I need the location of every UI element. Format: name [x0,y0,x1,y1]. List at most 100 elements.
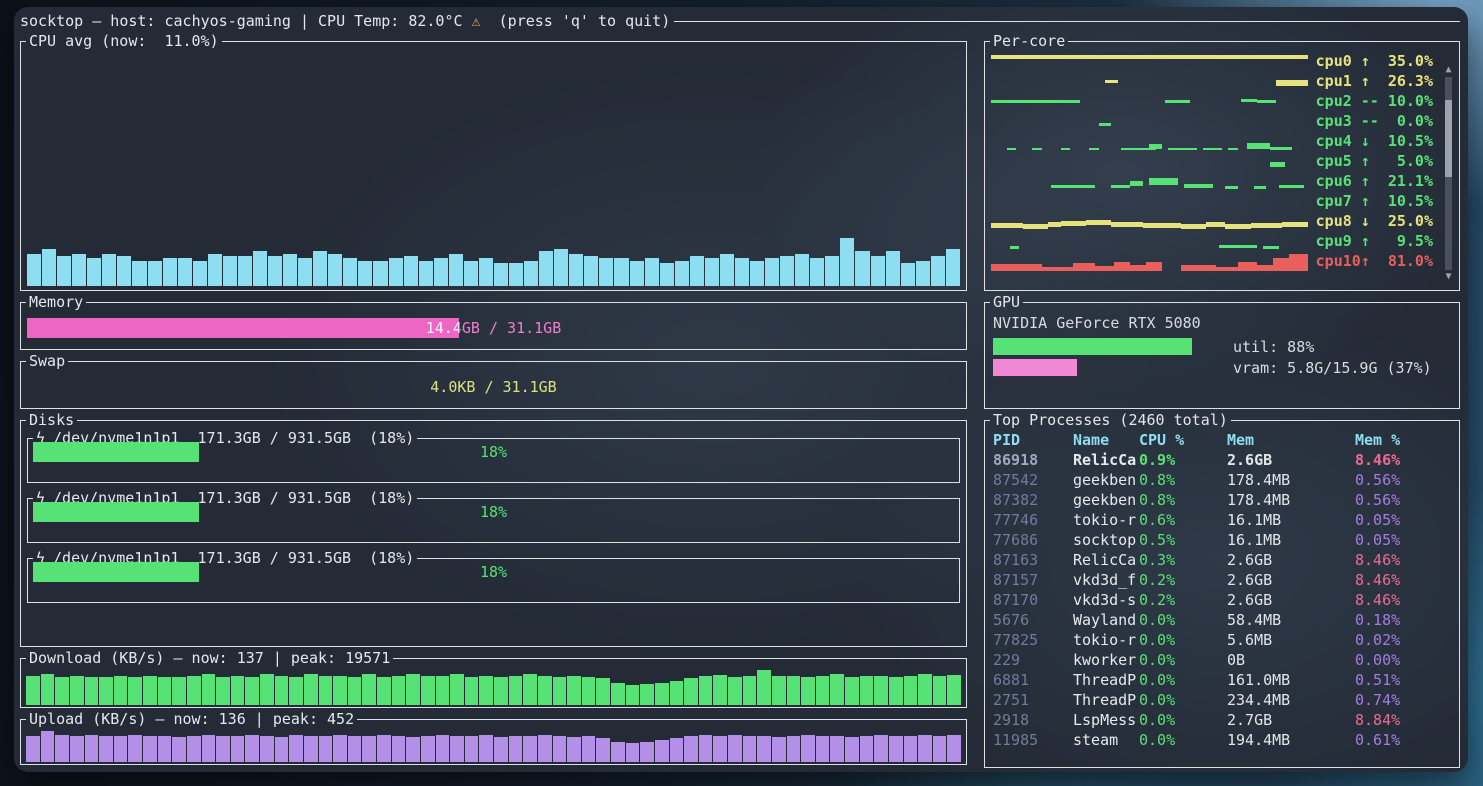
border-segment [1231,420,1459,421]
scroll-up-icon[interactable]: ▲ [1445,65,1451,75]
process-row[interactable]: 5676Wayland0.0%58.4MB0.18% [985,610,1459,630]
chart-bar [464,261,478,286]
cell-cpu: 0.8% [1139,490,1227,510]
cell-memp: 0.56% [1355,490,1451,510]
core-row[interactable]: cpu4↓10.5% [991,131,1433,151]
cell-mem: 58.4MB [1227,610,1355,630]
cell-pid: 87170 [993,590,1073,610]
chart-bar [596,678,610,705]
cell-name: socktop [1073,530,1139,550]
core-value: 10.5% [1379,192,1433,210]
chart-bar [599,258,613,286]
chart-bar [260,674,274,705]
process-row[interactable]: 2918LspMess0.0%2.7GB8.84% [985,710,1459,730]
core-spark [991,71,1308,91]
core-row[interactable]: cpu3--0.0% [991,111,1433,131]
cell-cpu: 0.0% [1139,650,1227,670]
chart-bar [946,249,960,286]
chart-bar [70,676,84,705]
process-row[interactable]: 77746tokio-r0.6%16.1MB0.05% [985,510,1459,530]
core-row[interactable]: cpu0↑35.0% [991,51,1433,71]
disk-item: ϟ/dev/nvme1n1p1 171.3GB / 931.5GB (18%)1… [27,498,960,543]
cell-pid: 2751 [993,690,1073,710]
process-row[interactable]: 11985steam0.0%194.4MB0.61% [985,730,1459,750]
disk-list: ϟ/dev/nvme1n1p1 171.3GB / 931.5GB (18%)1… [21,420,966,603]
gauge-label-overlay: 14.4GB / 31.1GB [27,318,459,338]
core-spark [991,91,1308,111]
per-core-scrollbar[interactable]: ▲ ▼ [1443,65,1454,282]
gauge-label: 18% [33,442,954,462]
chart-bar [450,674,464,705]
chart-bar [494,737,508,762]
chart-bar [304,736,318,762]
memory-title: Memory [26,292,86,312]
spark-segment [1007,148,1016,150]
core-row[interactable]: cpu10↑81.0% [991,251,1433,271]
chart-bar [553,677,567,705]
cell-cpu: 0.9% [1139,450,1227,470]
core-row[interactable]: cpu7↑10.5% [991,191,1433,211]
core-label: cpu10↑81.0% [1316,252,1433,270]
panel-gpu: GPU NVIDIA GeForce RTX 5080 util: 88% vr… [984,302,1460,409]
core-value: 0.0% [1379,112,1433,130]
process-row[interactable]: 2751ThreadP0.0%234.4MB0.74% [985,690,1459,710]
chart-bar [494,263,508,286]
cell-pid: 2918 [993,710,1073,730]
core-trend-icon: -- [1361,92,1379,110]
chart-bar [333,735,347,762]
chart-bar [757,670,771,705]
chart-bar [55,735,69,762]
chart-bar [845,737,859,762]
chart-bar [333,676,347,705]
scrollbar-track[interactable] [1445,77,1452,270]
download-chart [26,670,961,705]
cell-memp: 8.46% [1355,450,1451,470]
core-trend-icon: ↑ [1361,152,1379,170]
gauge-label-on: 14.4GB / 31.1GB [27,318,459,338]
process-row[interactable]: 6881ThreadP0.0%161.0MB0.51% [985,670,1459,690]
core-row[interactable]: cpu9↑9.5% [991,231,1433,251]
core-row[interactable]: cpu6↑21.1% [991,171,1433,191]
process-row[interactable]: 87170vkd3d-s0.2%2.6GB8.46% [985,590,1459,610]
cell-memp: 0.18% [1355,610,1451,630]
cell-memp: 0.02% [1355,630,1451,650]
chart-bar [434,258,448,286]
chart-bar [916,261,930,286]
chart-bar [765,258,779,286]
cell-cpu: 0.6% [1139,510,1227,530]
cell-cpu: 0.3% [1139,550,1227,570]
core-row[interactable]: cpu5↑5.0% [991,151,1433,171]
process-row[interactable]: 87382geekben0.8%178.4MB0.56% [985,490,1459,510]
chart-bar [343,258,357,286]
process-row[interactable]: 77686socktop0.5%16.1MB0.05% [985,530,1459,550]
chart-bar [392,676,406,705]
process-row[interactable]: 229kworker0.0%0B0.00% [985,650,1459,670]
cell-mem: 2.6GB [1227,570,1355,590]
panel-download: Download (KB/s) — now: 137 | peak: 19571 [20,658,967,708]
scrollbar-thumb[interactable] [1445,100,1452,177]
core-spark [991,151,1308,171]
spark-segment [1086,220,1111,225]
panel-per-core: Per-core cpu0↑35.0%cpu1↑26.3%cpu2--10.0%… [984,41,1460,291]
core-row[interactable]: cpu8↓25.0% [991,211,1433,231]
chart-bar [99,677,113,705]
scroll-down-icon[interactable]: ▼ [1445,272,1451,282]
core-row[interactable]: cpu1↑26.3% [991,71,1433,91]
chart-bar [348,736,362,762]
chart-bar [772,737,786,762]
spark-segment [1181,224,1206,229]
cell-pid: 87163 [993,550,1073,570]
process-row[interactable]: 87542geekben0.8%178.4MB0.56% [985,470,1459,490]
core-row[interactable]: cpu2--10.0% [991,91,1433,111]
cell-name: LspMess [1073,710,1139,730]
core-label: cpu0↑35.0% [1316,52,1433,70]
spark-segment [1165,100,1190,103]
process-row[interactable]: 77825tokio-r0.0%5.6MB0.02% [985,630,1459,650]
border-segment [68,361,966,362]
process-row[interactable]: 87157vkd3d_f0.2%2.6GB8.46% [985,570,1459,590]
process-row[interactable]: 87163RelicCa0.3%2.6GB8.46% [985,550,1459,570]
chart-bar [743,736,757,762]
chart-bar [362,736,376,762]
process-row[interactable]: 86918RelicCa0.9%2.6GB8.46% [985,450,1459,470]
chart-bar [582,736,596,762]
